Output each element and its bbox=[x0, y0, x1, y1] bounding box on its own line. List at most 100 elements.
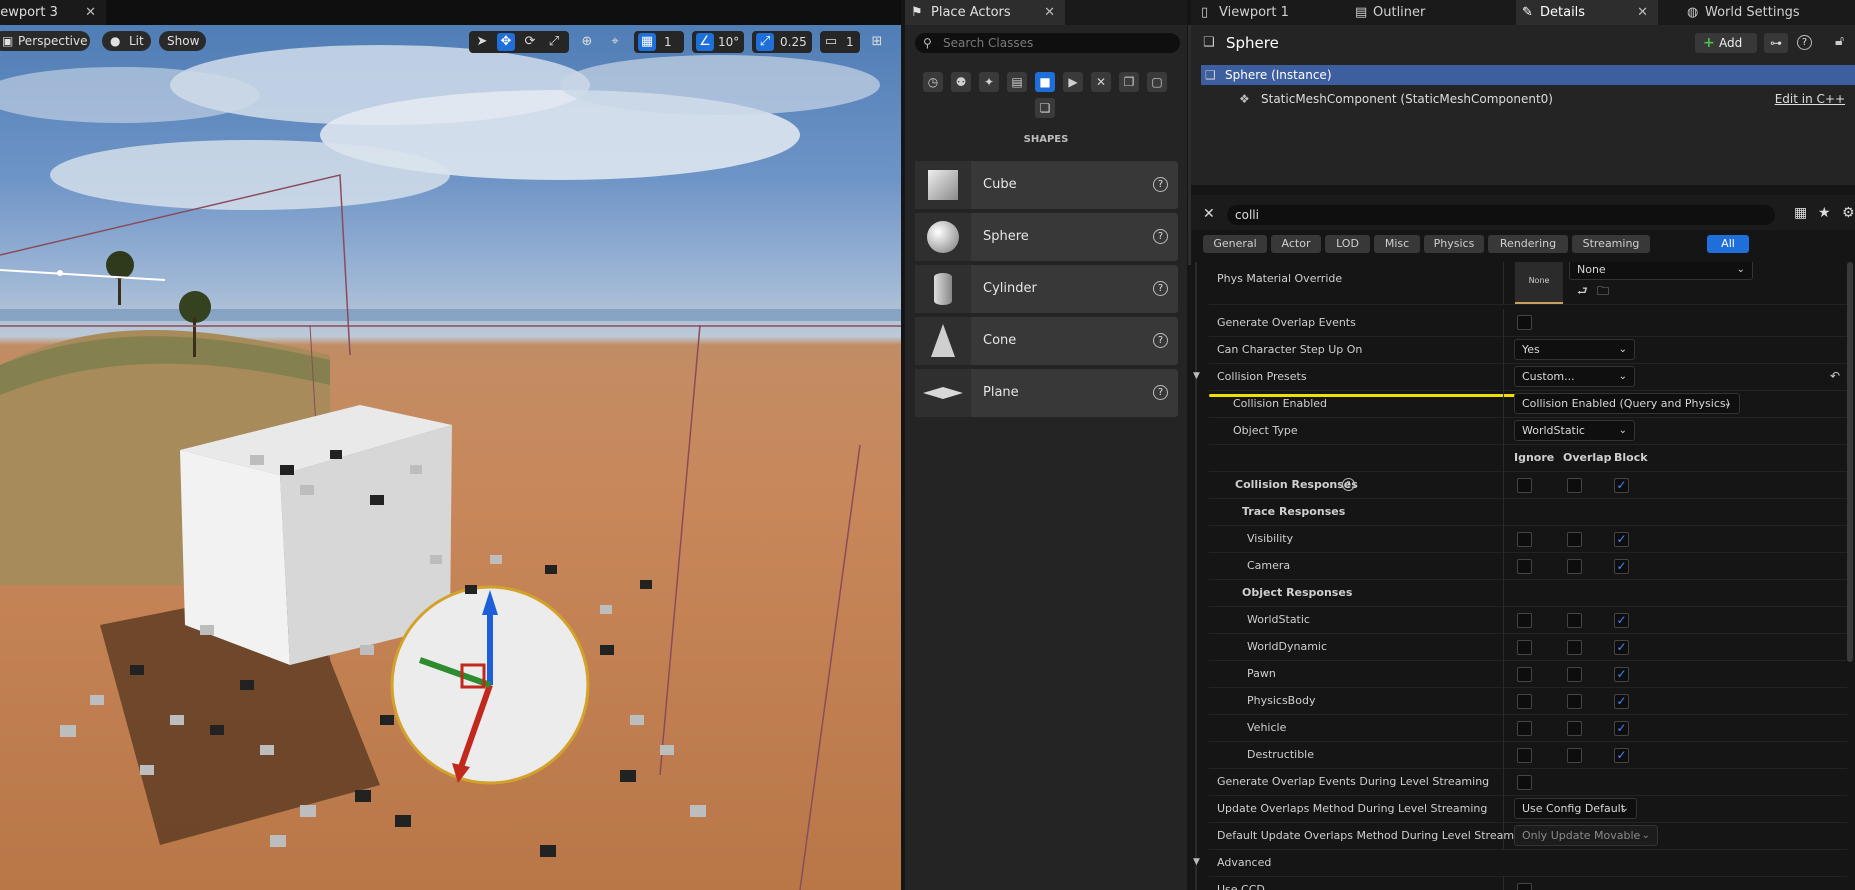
translate-icon[interactable]: ✥ bbox=[497, 33, 515, 51]
ignore-checkbox[interactable] bbox=[1517, 640, 1532, 655]
ignore-checkbox[interactable] bbox=[1517, 694, 1532, 709]
filter-streaming[interactable]: Streaming bbox=[1572, 235, 1650, 253]
use-ccd-checkbox[interactable] bbox=[1517, 883, 1532, 890]
collapse-arrow-icon[interactable]: ▼ bbox=[1193, 849, 1200, 876]
property-scrollbar[interactable] bbox=[1847, 262, 1853, 662]
extra-category-icon[interactable]: ❏ bbox=[1035, 98, 1055, 118]
block-checkbox[interactable]: ✓ bbox=[1614, 640, 1629, 655]
help-icon[interactable]: ? bbox=[1153, 177, 1168, 192]
tab-viewport-1[interactable]: ▯ Viewport 1 bbox=[1197, 0, 1347, 25]
ignore-checkbox[interactable] bbox=[1517, 721, 1532, 736]
basic-icon[interactable]: ⚉ bbox=[951, 72, 971, 92]
help-icon[interactable]: ? bbox=[1342, 478, 1355, 491]
collapse-arrow-icon[interactable]: ▼ bbox=[1193, 363, 1200, 390]
blueprint-icon[interactable]: ⊶ bbox=[1764, 33, 1788, 53]
ignore-checkbox[interactable] bbox=[1517, 667, 1532, 682]
geometry-icon[interactable]: ▢ bbox=[1147, 72, 1167, 92]
block-checkbox[interactable]: ✓ bbox=[1614, 532, 1629, 547]
filter-misc[interactable]: Misc bbox=[1374, 235, 1420, 253]
shape-item-cone[interactable]: Cone ? bbox=[915, 317, 1178, 365]
step-up-dropdown[interactable]: Yes ⌄ bbox=[1514, 339, 1635, 360]
overlap-checkbox[interactable] bbox=[1567, 532, 1582, 547]
collision-presets-row[interactable]: ▼ Collision Presets Custom... ⌄ ↶ bbox=[1193, 363, 1847, 391]
close-icon[interactable]: ✕ bbox=[1637, 0, 1648, 25]
block-checkbox[interactable]: ✓ bbox=[1614, 694, 1629, 709]
update-method-dropdown[interactable]: Use Config Default ⌄ bbox=[1514, 798, 1637, 819]
overlap-checkbox[interactable] bbox=[1567, 559, 1582, 574]
ignore-checkbox[interactable] bbox=[1517, 748, 1532, 763]
close-icon[interactable]: ✕ bbox=[1044, 0, 1055, 25]
ignore-checkbox[interactable] bbox=[1517, 559, 1532, 574]
filter-lod[interactable]: LOD bbox=[1325, 235, 1370, 253]
shape-item-cylinder[interactable]: Cylinder ? bbox=[915, 265, 1178, 313]
filter-rendering[interactable]: Rendering bbox=[1488, 235, 1568, 253]
all-classes-icon[interactable]: ❐ bbox=[1119, 72, 1139, 92]
cinematic-icon[interactable]: ▤ bbox=[1007, 72, 1027, 92]
scale-snap-toggle[interactable]: ⤢ 0.25 bbox=[752, 31, 812, 53]
tab-details[interactable]: ✎ Details ✕ bbox=[1516, 0, 1658, 25]
clear-search-icon[interactable]: ✕ bbox=[1203, 206, 1215, 222]
help-icon[interactable]: ? bbox=[1153, 281, 1168, 296]
filter-physics[interactable]: Physics bbox=[1424, 235, 1484, 253]
component-row-instance[interactable]: ❑ Sphere (Instance) bbox=[1201, 65, 1855, 85]
material-thumbnail[interactable]: None bbox=[1515, 262, 1563, 304]
overlap-checkbox[interactable] bbox=[1567, 694, 1582, 709]
world-local-icon[interactable]: ⊕ bbox=[578, 33, 596, 51]
show-button[interactable]: Show bbox=[159, 31, 206, 51]
select-icon[interactable]: ➤ bbox=[473, 33, 491, 51]
surface-snap-icon[interactable]: ⌖ bbox=[606, 33, 624, 51]
overlap-checkbox[interactable] bbox=[1567, 667, 1582, 682]
collision-enabled-dropdown[interactable]: Collision Enabled (Query and Physics) ⌄ bbox=[1514, 393, 1740, 414]
ignore-checkbox[interactable] bbox=[1517, 613, 1532, 628]
ignore-checkbox[interactable] bbox=[1517, 532, 1532, 547]
use-selected-icon[interactable]: ⮐ bbox=[1577, 282, 1588, 303]
recent-icon[interactable]: ◷ bbox=[923, 72, 943, 92]
help-icon[interactable]: ? bbox=[1153, 229, 1168, 244]
tab-world-settings[interactable]: ◍ World Settings bbox=[1683, 0, 1843, 25]
tab-outliner[interactable]: ▤ Outliner bbox=[1351, 0, 1471, 25]
shape-item-cube[interactable]: Cube ? bbox=[915, 161, 1178, 209]
block-checkbox[interactable]: ✓ bbox=[1614, 559, 1629, 574]
shape-item-sphere[interactable]: Sphere ? bbox=[915, 213, 1178, 261]
collision-presets-dropdown[interactable]: Custom... ⌄ bbox=[1514, 366, 1635, 387]
overlap-checkbox[interactable] bbox=[1567, 640, 1582, 655]
block-checkbox[interactable]: ✓ bbox=[1614, 721, 1629, 736]
star-icon[interactable]: ★ bbox=[1818, 205, 1831, 221]
rotation-snap-toggle[interactable]: ∠ 10° bbox=[692, 31, 744, 53]
overlap-checkbox[interactable] bbox=[1567, 748, 1582, 763]
help-icon[interactable]: ? bbox=[1153, 333, 1168, 348]
help-icon[interactable]: ? bbox=[1153, 385, 1168, 400]
block-checkbox[interactable]: ✓ bbox=[1614, 748, 1629, 763]
grid-snap-toggle[interactable]: ▦ 1 bbox=[634, 31, 684, 53]
overlap-all-checkbox[interactable] bbox=[1567, 478, 1582, 493]
block-checkbox[interactable]: ✓ bbox=[1614, 613, 1629, 628]
volumes-icon[interactable]: ✕ bbox=[1091, 72, 1111, 92]
edit-in-cpp-link[interactable]: Edit in C++ bbox=[1775, 89, 1845, 109]
block-all-checkbox[interactable]: ✓ bbox=[1614, 478, 1629, 493]
table-view-icon[interactable]: ▦ bbox=[1794, 205, 1807, 221]
add-component-button[interactable]: + Add bbox=[1695, 33, 1757, 53]
rotate-icon[interactable]: ⟳ bbox=[521, 33, 539, 51]
filter-general[interactable]: General bbox=[1203, 235, 1267, 253]
reset-to-default-icon[interactable]: ↶ bbox=[1830, 363, 1840, 390]
overlap-checkbox[interactable] bbox=[1567, 613, 1582, 628]
overlap-checkbox[interactable] bbox=[1567, 721, 1582, 736]
block-checkbox[interactable]: ✓ bbox=[1614, 667, 1629, 682]
generate-overlap-checkbox[interactable] bbox=[1517, 315, 1532, 330]
filter-actor[interactable]: Actor bbox=[1271, 235, 1321, 253]
shapes-icon[interactable]: ■ bbox=[1035, 72, 1055, 92]
ignore-all-checkbox[interactable] bbox=[1517, 478, 1532, 493]
help-icon[interactable]: ? bbox=[1797, 35, 1812, 50]
search-classes-input[interactable]: ⚲ Search Classes bbox=[915, 33, 1180, 53]
level-viewport[interactable]: Viewport 3 ✕ bbox=[0, 0, 901, 890]
advanced-row[interactable]: ▼ Advanced bbox=[1193, 849, 1847, 877]
lights-icon[interactable]: ✦ bbox=[979, 72, 999, 92]
lock-icon[interactable]: 🔓︎ bbox=[1835, 33, 1844, 49]
tab-viewport-3[interactable]: Viewport 3 ✕ bbox=[0, 0, 106, 25]
default-update-dropdown[interactable]: Only Update Movable ⌄ bbox=[1514, 825, 1658, 846]
close-icon[interactable]: ✕ bbox=[85, 0, 96, 25]
phys-material-dropdown[interactable]: None ⌄ bbox=[1569, 262, 1753, 280]
viewport-scene[interactable]: ▣ Perspective ● Lit Show ➤ ✥ ⟳ ⤢ ⊕ ⌖ ▦ 1… bbox=[0, 25, 901, 890]
camera-speed-button[interactable]: ▭ 1 bbox=[820, 31, 860, 53]
component-row-static-mesh[interactable]: ❖ StaticMeshComponent (StaticMeshCompone… bbox=[1201, 89, 1855, 109]
